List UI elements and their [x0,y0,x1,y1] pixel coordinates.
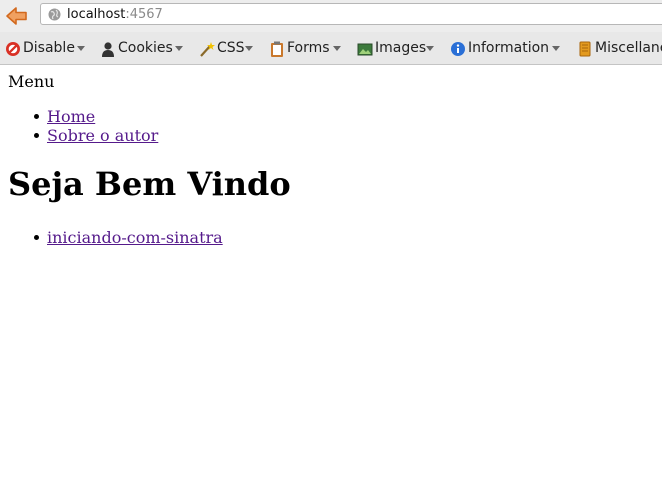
toolbar-miscellaneous-label: Miscellane [595,40,662,56]
chevron-down-icon [333,46,341,51]
url-text: localhost:4567 [67,7,163,22]
toolbar-images-label: Images [375,40,427,56]
cookies-icon [102,42,114,57]
toolbar-cookies-menu[interactable]: Cookies [100,40,186,58]
toolbar-disable-label: Disable [23,40,75,56]
page-title: Seja Bem Vindo [8,165,291,203]
toolbar-forms-label: Forms [287,40,330,56]
bullet-icon [34,133,39,138]
information-icon [451,42,465,56]
menu-label: Menu [8,72,55,91]
css-wand-icon [200,42,215,57]
globe-icon [48,8,61,21]
toolbar-cookies-label: Cookies [118,40,173,56]
home-link[interactable]: Home [47,107,95,126]
about-author-link[interactable]: Sobre o autor [47,126,158,145]
miscellaneous-icon [579,41,591,57]
url-port: :4567 [125,7,163,22]
post-link[interactable]: iniciando-com-sinatra [47,228,223,247]
toolbar-images-menu[interactable]: Images [357,40,435,58]
toolbar-miscellaneous-menu[interactable]: Miscellane [577,40,662,58]
chevron-down-icon [245,46,253,51]
toolbar-css-menu[interactable]: CSS [199,40,257,58]
chevron-down-icon [175,46,183,51]
toolbar-forms-menu[interactable]: Forms [269,40,343,58]
images-icon [357,43,373,56]
toolbar-information-menu[interactable]: Information [450,40,562,58]
forms-clipboard-icon [271,41,283,57]
chevron-down-icon [552,46,560,51]
disable-icon [6,42,20,56]
bullet-icon [34,114,39,119]
chevron-down-icon [426,46,434,51]
chevron-down-icon [77,46,85,51]
address-bar[interactable]: localhost:4567 [40,3,662,25]
browser-nav-bar: localhost:4567 [0,0,662,32]
bullet-icon [34,235,39,240]
toolbar-disable-menu[interactable]: Disable [5,40,89,58]
back-arrow-icon[interactable] [4,4,30,28]
web-developer-toolbar: Disable Cookies CSS Forms Images Informa… [0,32,662,65]
toolbar-information-label: Information [468,40,550,56]
url-host: localhost [67,7,126,22]
toolbar-css-label: CSS [217,40,245,56]
